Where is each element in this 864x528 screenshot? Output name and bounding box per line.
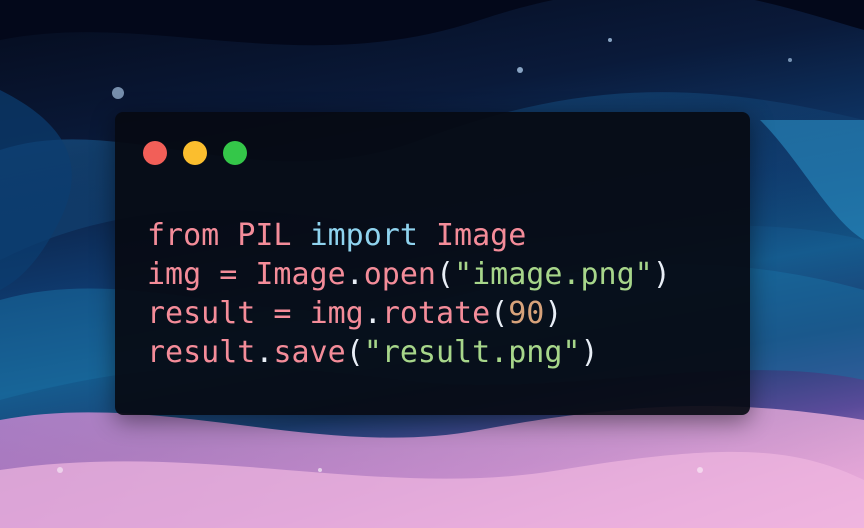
open-paren: (	[490, 296, 509, 331]
close-paren: )	[544, 296, 563, 331]
method-name: rotate	[381, 296, 491, 331]
yellow-minimize-dot-icon[interactable]	[183, 141, 207, 165]
number-literal: 90	[508, 296, 545, 331]
window-controls	[143, 141, 247, 165]
red-close-dot-icon[interactable]	[143, 141, 167, 165]
close-paren: )	[580, 335, 599, 370]
keyword-import: import	[309, 218, 418, 253]
keyword-from: from	[147, 218, 220, 253]
green-maximize-dot-icon[interactable]	[223, 141, 247, 165]
code-line-4: result.save("result.png")	[147, 333, 671, 372]
assign-operator: =	[201, 257, 256, 292]
open-paren: (	[345, 335, 364, 370]
assign-operator: =	[255, 296, 310, 331]
code-block: from PIL import Image img = Image.open("i…	[147, 216, 671, 372]
method-name: save	[273, 335, 346, 370]
method-name: open	[363, 257, 436, 292]
open-paren: (	[436, 257, 455, 292]
close-paren: )	[652, 257, 671, 292]
object-name: result	[147, 335, 256, 370]
module-name: PIL	[237, 218, 292, 253]
object-name: Image	[255, 257, 346, 292]
code-line-3: result = img.rotate(90)	[147, 294, 671, 333]
variable-name: result	[147, 296, 256, 331]
variable-name: img	[147, 257, 202, 292]
dot-operator: .	[255, 335, 274, 370]
dot-operator: .	[345, 257, 364, 292]
object-name: img	[309, 296, 364, 331]
code-line-2: img = Image.open("image.png")	[147, 255, 671, 294]
string-literal: "image.png"	[454, 257, 653, 292]
code-line-1: from PIL import Image	[147, 216, 671, 255]
code-snippet-window: from PIL import Image img = Image.open("i…	[115, 112, 750, 415]
string-literal: "result.png"	[363, 335, 581, 370]
imported-name: Image	[436, 218, 527, 253]
dot-operator: .	[363, 296, 382, 331]
